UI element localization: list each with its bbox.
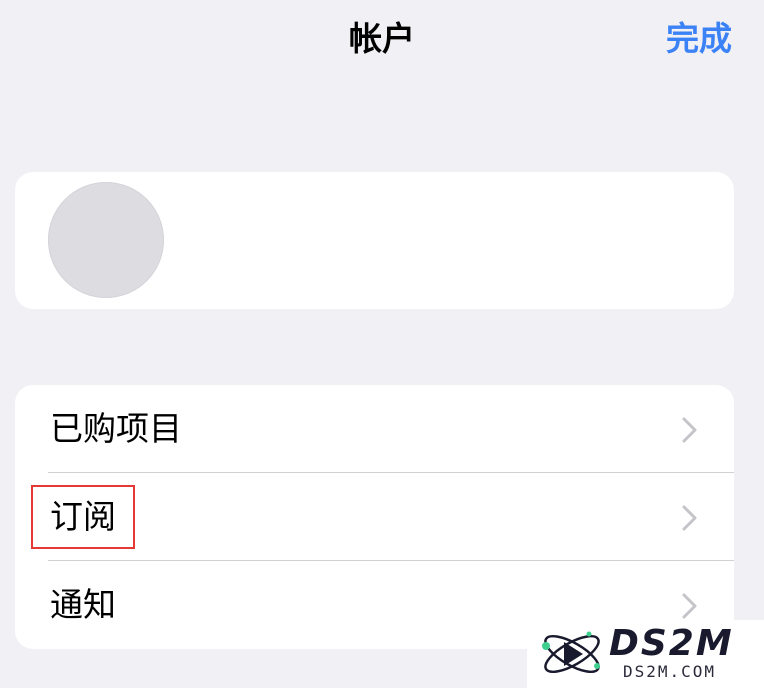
highlight-box [31,485,135,549]
watermark-domain: DS2M.COM [623,662,717,681]
avatar[interactable] [48,182,164,298]
watermark: DS2M DS2M.COM [527,620,764,688]
done-button[interactable]: 完成 [666,17,732,61]
profile-card[interactable] [15,172,734,309]
list-item-purchased[interactable]: 已购项目 [15,385,734,473]
list-item-label: 已购项目 [50,409,182,448]
list-item-label: 通知 [50,585,116,624]
watermark-brand: DS2M [609,623,734,664]
atom-logo-icon [542,631,600,674]
nav-title: 帐户 [349,19,415,58]
chevron-right-icon [682,593,697,619]
chevron-right-icon [682,417,697,443]
chevron-right-icon [682,505,697,531]
